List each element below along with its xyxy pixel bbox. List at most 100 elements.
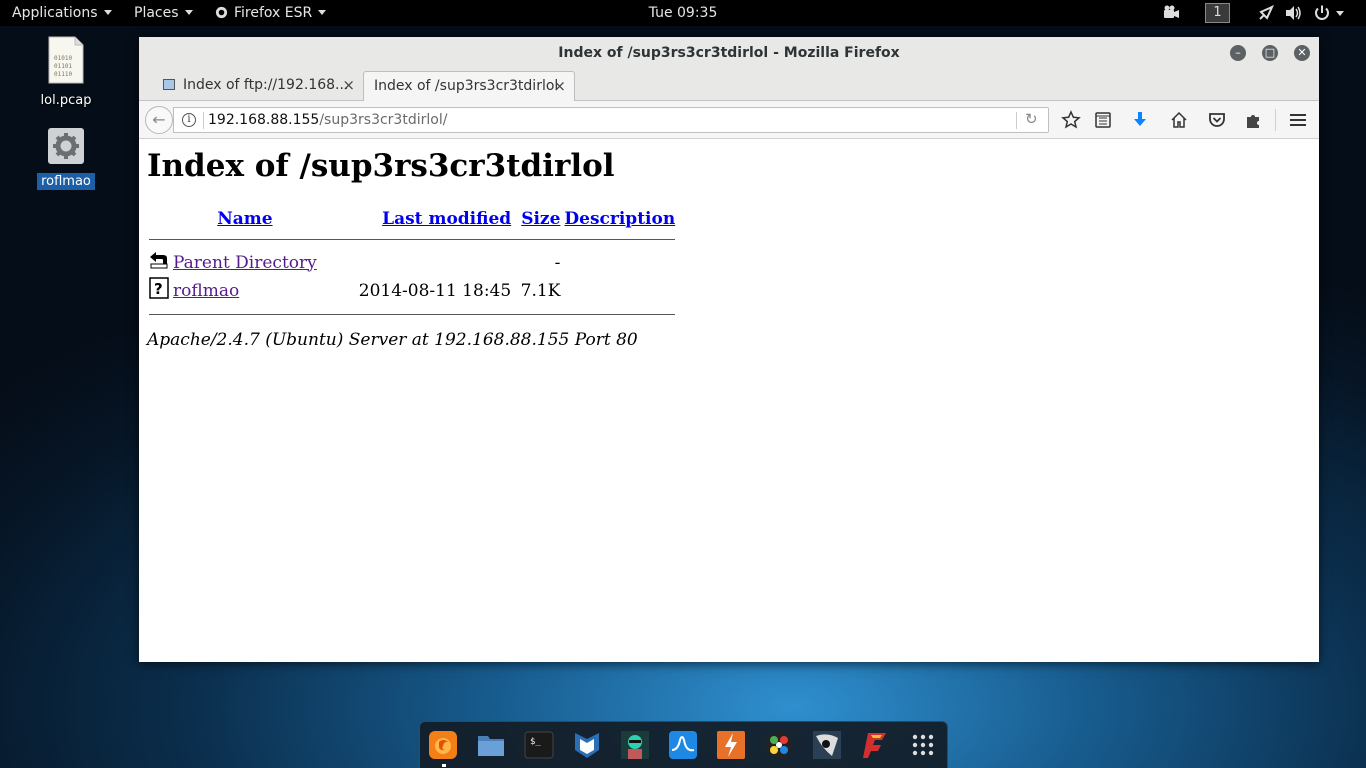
pocket-icon[interactable]: [1207, 110, 1227, 130]
home-icon[interactable]: [1169, 110, 1189, 130]
reading-list-icon[interactable]: [1093, 110, 1113, 130]
page-content: Index of /sup3rs3cr3tdirlol Name Last mo…: [139, 140, 1319, 662]
row-name-cell: Parent Directory: [171, 249, 319, 276]
places-menu[interactable]: Places: [134, 0, 193, 26]
hamburger-menu-icon[interactable]: [1288, 110, 1308, 130]
terminal-icon[interactable]: $_: [524, 730, 554, 760]
url-bar[interactable]: i 192.168.88.155/sup3rs3cr3tdirlol/ ↻: [173, 107, 1049, 133]
table-row: ? roflmao 2014-08-11 18:45 7.1K: [147, 276, 677, 305]
power-icon[interactable]: [1313, 4, 1331, 22]
close-tab-icon[interactable]: ×: [553, 72, 566, 100]
download-icon[interactable]: [1130, 110, 1150, 130]
sort-by-description-link[interactable]: Description: [564, 209, 675, 229]
firefox-app-menu-label: Firefox ESR: [234, 5, 313, 21]
url-path: /sup3rs3cr3tdirlol/: [319, 112, 448, 128]
desktop-icon-roflmao[interactable]: roflmao: [26, 127, 106, 190]
maltego-icon[interactable]: [764, 730, 794, 760]
svg-text:?: ?: [154, 280, 163, 298]
divider: [149, 239, 676, 240]
show-apps-icon[interactable]: [908, 730, 938, 760]
bookmark-star-icon[interactable]: [1061, 110, 1081, 130]
server-signature: Apache/2.4.7 (Ubuntu) Server at 192.168.…: [147, 330, 638, 350]
maximize-button[interactable]: □: [1262, 45, 1278, 61]
modified-column-header: Last modified: [319, 208, 513, 230]
table-separator-row: [147, 305, 677, 324]
firefox-window: Index of /sup3rs3cr3tdirlol - Mozilla Fi…: [139, 37, 1319, 662]
executable-gear-icon: [48, 128, 84, 164]
tab-label: Index of ftp://192.168...: [183, 77, 349, 93]
tab-bar: Index of ftp://192.168... × Index of /su…: [139, 69, 1319, 127]
desktop-icon-label: lol.pcap: [40, 93, 92, 108]
back-button[interactable]: ←: [145, 106, 173, 134]
screen-recorder-icon[interactable]: [1162, 4, 1180, 22]
window-titlebar[interactable]: Index of /sup3rs3cr3tdirlol - Mozilla Fi…: [139, 37, 1319, 69]
navigation-toolbar: ← i 192.168.88.155/sup3rs3cr3tdirlol/ ↻: [139, 101, 1319, 139]
row-modified-cell: 2014-08-11 18:45: [358, 280, 512, 301]
applications-menu[interactable]: Applications: [12, 0, 112, 26]
close-window-button[interactable]: ✕: [1294, 45, 1310, 61]
row-icon-cell: [147, 249, 171, 276]
row-description-cell: [562, 276, 677, 305]
directory-listing: Name Last modified Size Description Pare…: [147, 208, 677, 324]
name-column-header: Name: [171, 208, 319, 230]
divider: [149, 314, 676, 315]
volume-icon[interactable]: [1284, 4, 1302, 22]
toolbar-separator: [1275, 109, 1276, 131]
leafpad-icon[interactable]: [860, 730, 890, 760]
row-size-cell: -: [554, 252, 561, 273]
close-tab-icon[interactable]: ×: [342, 71, 355, 99]
pen-tool-icon[interactable]: [1257, 4, 1275, 22]
url-host: 192.168.88.155: [208, 112, 320, 128]
tab-sup3rs3cr3tdirlol[interactable]: Index of /sup3rs3cr3tdirlol ×: [363, 71, 575, 101]
row-modified-cell: [319, 249, 513, 276]
system-menu-chevron-icon[interactable]: [1336, 11, 1344, 16]
faraday-icon[interactable]: [812, 730, 842, 760]
svg-text:01110: 01110: [54, 71, 72, 78]
size-column-header: Size: [513, 208, 562, 230]
active-app-indicator: [442, 764, 446, 767]
url-separator: [203, 112, 204, 129]
chevron-down-icon: [184, 10, 193, 15]
armitage-icon[interactable]: [620, 730, 650, 760]
reload-button[interactable]: ↻: [1025, 110, 1038, 128]
url-separator: [1016, 112, 1017, 129]
dock: $_: [419, 721, 948, 768]
clock[interactable]: Tue 09:35: [649, 5, 718, 21]
metasploit-icon[interactable]: [572, 730, 602, 760]
wireshark-icon[interactable]: [668, 730, 698, 760]
sort-by-name-link[interactable]: Name: [217, 209, 272, 229]
places-menu-label: Places: [134, 5, 179, 21]
unknown-file-icon: ?: [149, 277, 169, 299]
workspace-indicator[interactable]: 1: [1205, 3, 1230, 23]
chevron-down-icon: [103, 10, 112, 15]
back-arrow-icon: [150, 252, 168, 269]
desktop-icon-lol-pcap[interactable]: 01010 01101 01110 lol.pcap: [26, 36, 106, 109]
computer-icon: [163, 79, 175, 90]
table-separator-row: [147, 230, 677, 249]
roflmao-file-link[interactable]: roflmao: [173, 281, 239, 301]
row-name-cell: roflmao: [171, 276, 319, 305]
page-title: Index of /sup3rs3cr3tdirlol: [147, 148, 615, 184]
files-icon[interactable]: [476, 730, 506, 760]
row-size-cell: 7.1K: [520, 280, 561, 301]
row-icon-cell: ?: [147, 276, 171, 305]
sort-by-size-link[interactable]: Size: [521, 209, 560, 229]
url-text[interactable]: 192.168.88.155/sup3rs3cr3tdirlol/: [208, 108, 447, 132]
firefox-icon[interactable]: [428, 730, 458, 760]
burpsuite-icon[interactable]: [716, 730, 746, 760]
minimize-button[interactable]: –: [1230, 45, 1246, 61]
firefox-app-menu[interactable]: Firefox ESR: [215, 0, 327, 26]
sort-by-modified-link[interactable]: Last modified: [382, 209, 511, 229]
desktop-icon-label: roflmao: [37, 173, 95, 190]
chevron-down-icon: [318, 10, 327, 15]
icon-column-header: [147, 208, 171, 230]
row-description-cell: [562, 249, 677, 276]
tab-label: Index of /sup3rs3cr3tdirlol: [374, 78, 559, 94]
site-info-icon[interactable]: i: [182, 113, 196, 127]
svg-text:$_: $_: [530, 737, 541, 747]
table-header-row: Name Last modified Size Description: [147, 208, 677, 230]
extensions-icon[interactable]: [1244, 110, 1264, 130]
binary-file-icon: 01010 01101 01110: [48, 36, 84, 84]
parent-directory-link[interactable]: Parent Directory: [173, 253, 317, 273]
tab-ftp[interactable]: Index of ftp://192.168... ×: [153, 71, 363, 101]
